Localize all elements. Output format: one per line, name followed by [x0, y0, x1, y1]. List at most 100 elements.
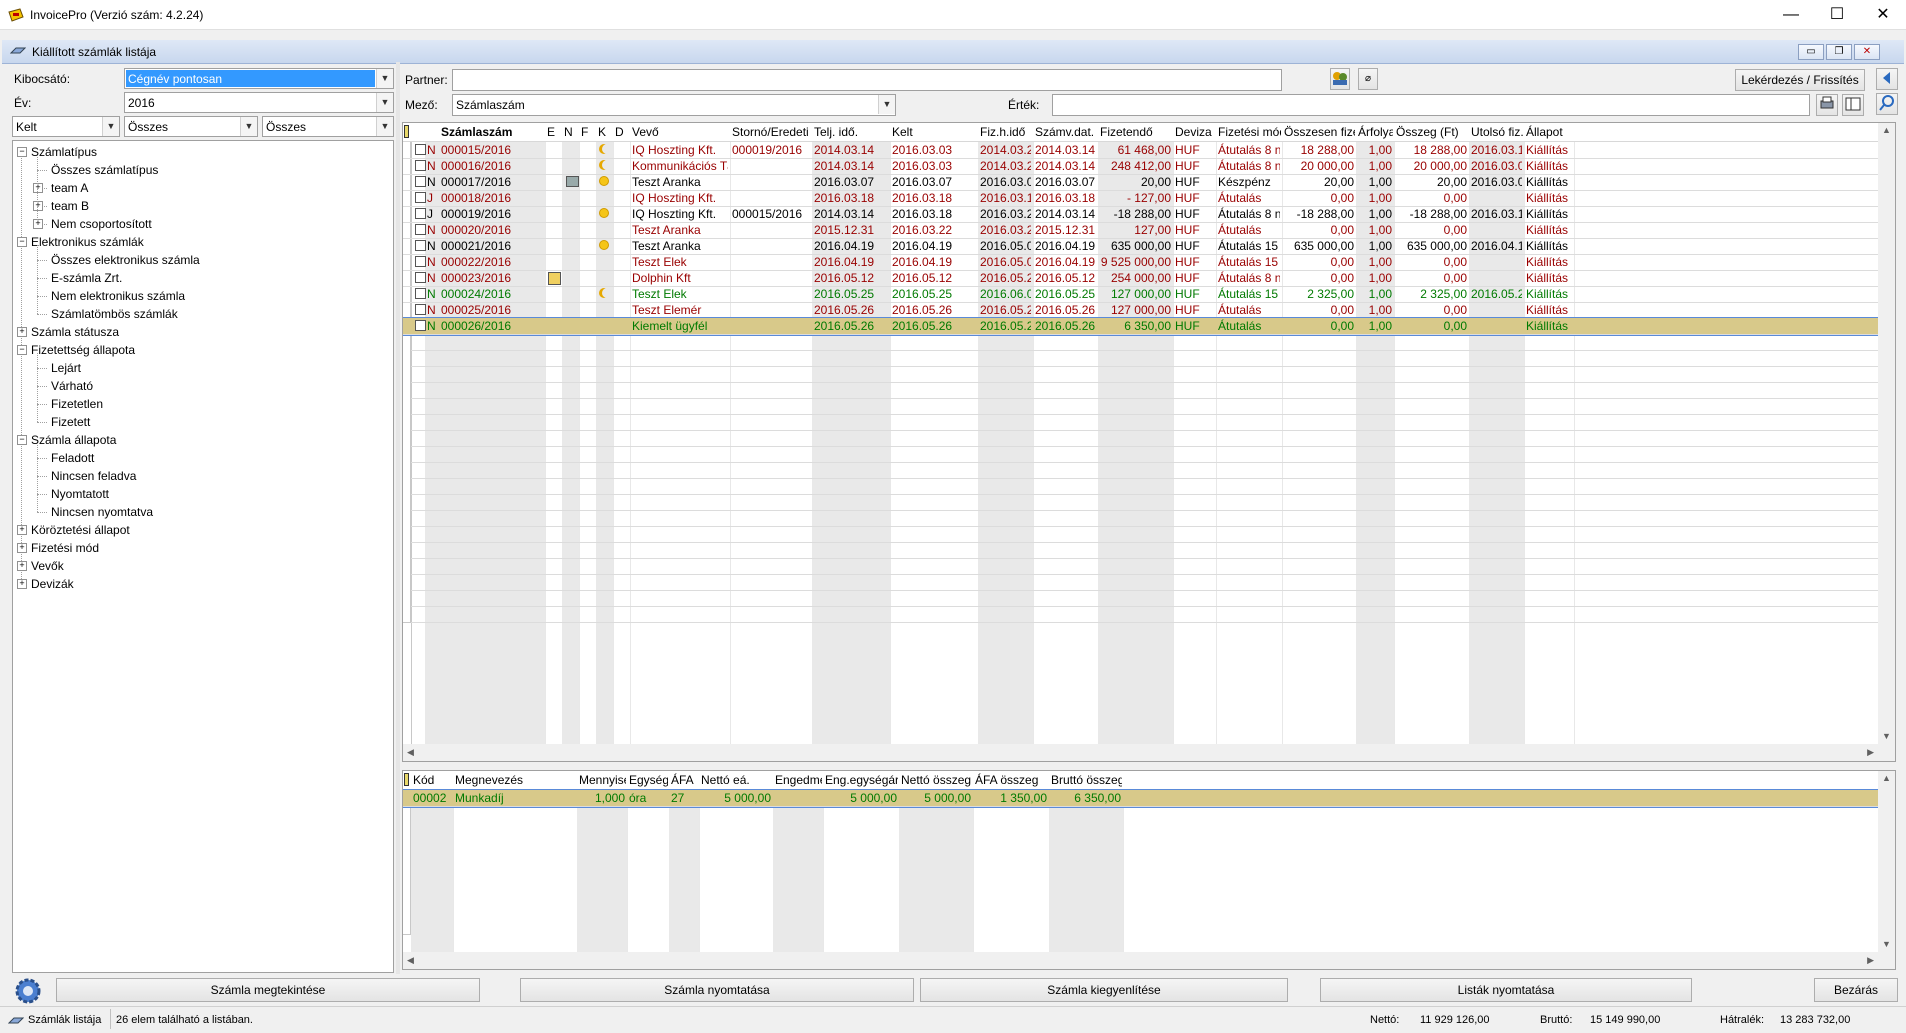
row-checkbox[interactable]: [415, 240, 426, 251]
column-header[interactable]: E: [547, 125, 561, 139]
column-header[interactable]: F: [581, 125, 595, 139]
row-checkbox[interactable]: [415, 272, 426, 283]
row-checkbox[interactable]: [415, 224, 426, 235]
row-checkbox[interactable]: [415, 144, 426, 155]
kibocsato-select[interactable]: Cégnév pontosan ▼: [124, 68, 394, 89]
child-close-button[interactable]: ✕: [1854, 44, 1880, 60]
clear-partner-button[interactable]: ⌀: [1358, 68, 1378, 90]
table-row[interactable]: N 000022/2016 Teszt Elek 2016.04.19 2016.04.…: [403, 254, 1895, 271]
tree-item[interactable]: Fizetett: [51, 413, 90, 431]
column-header[interactable]: Bruttó összeg: [1051, 773, 1122, 787]
row-checkbox[interactable]: [415, 304, 426, 315]
row-checkbox[interactable]: [415, 288, 426, 299]
columns-button[interactable]: [1842, 94, 1864, 116]
maximize-button[interactable]: ☐: [1814, 0, 1860, 30]
tree-item[interactable]: Nem csoportosított: [51, 215, 152, 233]
refresh-button[interactable]: Lekérdezés / Frissítés: [1735, 69, 1865, 91]
settings-gear-icon[interactable]: [12, 976, 46, 1006]
mezo-select[interactable]: Számlaszám ▼: [452, 94, 896, 116]
tree-item[interactable]: Összes számlatípus: [51, 161, 158, 179]
column-header[interactable]: ÁFA összeg: [975, 773, 1048, 787]
column-header[interactable]: Mennyiség: [579, 773, 626, 787]
column-header[interactable]: Kelt: [892, 125, 977, 139]
tree-item[interactable]: team B: [51, 197, 89, 215]
tree-item[interactable]: Elektronikus számlák: [31, 233, 144, 251]
tree-item[interactable]: Köröztetési állapot: [31, 521, 130, 539]
column-header[interactable]: Nettó eá.: [701, 773, 772, 787]
table-row[interactable]: N 000026/2016 Kiemelt ügyfél 2016.05.26 2016…: [403, 317, 1895, 336]
row-checkbox[interactable]: [415, 320, 426, 331]
column-header[interactable]: Állapot: [1526, 125, 1573, 139]
tree-item[interactable]: Devizák: [31, 575, 74, 593]
column-header[interactable]: Árfolyam: [1358, 125, 1393, 139]
expand-icon[interactable]: +: [17, 543, 27, 553]
expand-icon[interactable]: +: [17, 579, 27, 589]
items-horizontal-scrollbar[interactable]: ◀ ▶: [403, 952, 1878, 969]
column-header[interactable]: Utolsó fiz. dátum: [1471, 125, 1523, 139]
expand-icon[interactable]: +: [33, 201, 43, 211]
expand-icon[interactable]: +: [17, 327, 27, 337]
row-checkbox[interactable]: [415, 208, 426, 219]
column-header[interactable]: Fizetendő: [1100, 125, 1172, 139]
collapse-icon[interactable]: −: [17, 435, 27, 445]
print-preview-button[interactable]: [1816, 94, 1838, 116]
row-checkbox[interactable]: [415, 256, 426, 267]
row-checkbox[interactable]: [415, 160, 426, 171]
tree-item[interactable]: Fizetetlen: [51, 395, 103, 413]
table-row[interactable]: N 000016/2016 Kommunikációs Társ 2014.03.14…: [403, 158, 1895, 175]
column-header[interactable]: Számlaszám: [441, 125, 544, 139]
collapse-icon[interactable]: −: [17, 147, 27, 157]
date-type-select[interactable]: Kelt ▼: [12, 116, 120, 137]
period-select[interactable]: Összes ▼: [124, 116, 258, 137]
collapse-icon[interactable]: −: [17, 345, 27, 355]
tree-item[interactable]: team A: [51, 179, 88, 197]
row-checkbox[interactable]: [415, 192, 426, 203]
category-tree[interactable]: − Számlatípus Összes számlatípus + team A + te…: [12, 140, 394, 973]
tree-item[interactable]: Nincsen feladva: [51, 467, 136, 485]
column-header[interactable]: Összesen fizetve: [1284, 125, 1355, 139]
partner-input[interactable]: [452, 69, 1282, 91]
column-header[interactable]: Fiz.h.idő: [980, 125, 1032, 139]
items-vertical-scrollbar[interactable]: ▲ ▼: [1878, 771, 1895, 969]
row-checkbox[interactable]: [415, 176, 426, 187]
tree-item[interactable]: E-számla Zrt.: [51, 269, 122, 287]
invoice-vertical-scrollbar[interactable]: ▲ ▼: [1878, 123, 1895, 761]
close-button[interactable]: ✕: [1860, 0, 1906, 30]
table-row[interactable]: N 000015/2016 IQ Hoszting Kft. 000019/2016 2…: [403, 142, 1895, 159]
ertek-input[interactable]: [1052, 94, 1810, 116]
panel-splitter[interactable]: [396, 62, 400, 974]
column-header[interactable]: N: [564, 125, 578, 139]
tree-item[interactable]: Vevők: [31, 557, 64, 575]
tree-item[interactable]: Nyomtatott: [51, 485, 109, 503]
column-header[interactable]: Számv.dat.: [1035, 125, 1097, 139]
table-row[interactable]: N 000020/2016 Teszt Aranka 2015.12.31 2016.0…: [403, 222, 1895, 239]
expand-icon[interactable]: +: [33, 183, 43, 193]
tree-item[interactable]: Nem elektronikus számla: [51, 287, 185, 305]
tree-item[interactable]: Lejárt: [51, 359, 81, 377]
settle-invoice-button[interactable]: Számla kiegyenlítése: [920, 978, 1288, 1002]
print-lists-button[interactable]: Listák nyomtatása: [1320, 978, 1692, 1002]
table-row[interactable]: N 000021/2016 Teszt Aranka 2016.04.19 2016.0…: [403, 238, 1895, 255]
tree-item[interactable]: Nincsen nyomtatva: [51, 503, 153, 521]
view-invoice-button[interactable]: Számla megtekintése: [56, 978, 480, 1002]
column-header[interactable]: Összeg (Ft): [1396, 125, 1468, 139]
expand-icon[interactable]: +: [33, 219, 43, 229]
table-row[interactable]: J 000018/2016 IQ Hoszting Kft. 2016.03.18 20…: [403, 190, 1895, 207]
tree-item[interactable]: Számla állapota: [31, 431, 116, 449]
child-restore-button[interactable]: ❐: [1826, 44, 1852, 60]
prev-arrow-button[interactable]: [1876, 68, 1898, 90]
ev-select[interactable]: 2016 ▼: [124, 92, 394, 113]
tree-item[interactable]: Összes elektronikus számla: [51, 251, 200, 269]
column-header[interactable]: Telj. idő.: [814, 125, 889, 139]
column-header[interactable]: Egység: [629, 773, 668, 787]
tree-item[interactable]: Fizetési mód: [31, 539, 99, 557]
column-header[interactable]: K: [598, 125, 612, 139]
column-header[interactable]: Stornó/Eredeti: [732, 125, 811, 139]
expand-icon[interactable]: +: [17, 561, 27, 571]
table-row[interactable]: N 000025/2016 Teszt Elemér 2016.05.26 2016.0…: [403, 302, 1895, 319]
tree-item[interactable]: Fizetettség állapota: [31, 341, 135, 359]
column-header[interactable]: D: [615, 125, 629, 139]
column-header[interactable]: Kód: [413, 773, 452, 787]
column-header[interactable]: Vevő: [632, 125, 729, 139]
partner-lookup-button[interactable]: [1330, 68, 1350, 90]
